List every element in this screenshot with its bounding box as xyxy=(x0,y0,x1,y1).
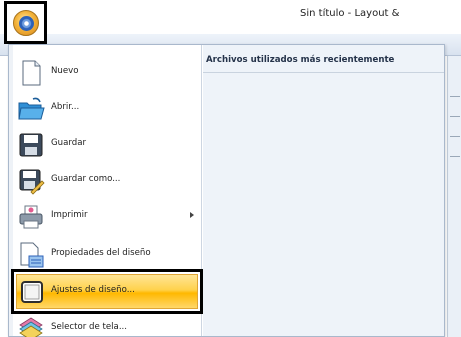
application-button-frame[interactable] xyxy=(4,1,47,44)
new-document-icon xyxy=(17,59,45,87)
recent-files-header: Archivos utilizados más recientemente xyxy=(203,53,444,73)
design-settings-icon xyxy=(19,279,45,305)
recent-files-pane: Archivos utilizados más recientemente xyxy=(203,45,444,336)
menu-item-open[interactable]: Abrir... xyxy=(15,91,200,127)
fabric-selector-icon xyxy=(17,315,45,337)
menu-item-label: Nuevo xyxy=(51,66,79,76)
menu-item-print[interactable]: Imprimir xyxy=(15,199,200,235)
menu-item-label: Guardar como... xyxy=(51,174,121,184)
menu-item-new[interactable]: Nuevo xyxy=(15,55,200,91)
menu-item-save[interactable]: Guardar xyxy=(15,127,200,163)
menu-item-label: Ajustes de diseño... xyxy=(51,285,135,295)
window-title: Sin título - Layout & xyxy=(300,8,400,19)
application-orb-icon[interactable] xyxy=(13,10,39,36)
menu-item-fabric-selector[interactable]: Selector de tela... xyxy=(15,311,200,337)
menu-item-label: Guardar xyxy=(51,138,87,148)
menu-item-label: Selector de tela... xyxy=(51,322,128,332)
save-as-icon xyxy=(17,167,45,195)
open-folder-icon xyxy=(17,95,45,123)
ruler-strip xyxy=(447,56,461,337)
menu-item-design-properties[interactable]: Propiedades del diseño xyxy=(15,237,200,273)
menu-item-design-settings[interactable]: Ajustes de diseño... xyxy=(11,269,203,314)
menu-item-label: Propiedades del diseño xyxy=(51,248,151,258)
menu-item-label: Imprimir xyxy=(51,210,88,220)
menu-item-label: Abrir... xyxy=(51,102,80,112)
menu-item-save-as[interactable]: Guardar como... xyxy=(15,163,200,199)
title-bar: Sin título - Layout & xyxy=(0,0,461,34)
printer-icon xyxy=(17,203,45,231)
save-disk-icon xyxy=(17,131,45,159)
design-properties-icon xyxy=(17,241,45,269)
submenu-arrow-icon xyxy=(190,212,194,218)
